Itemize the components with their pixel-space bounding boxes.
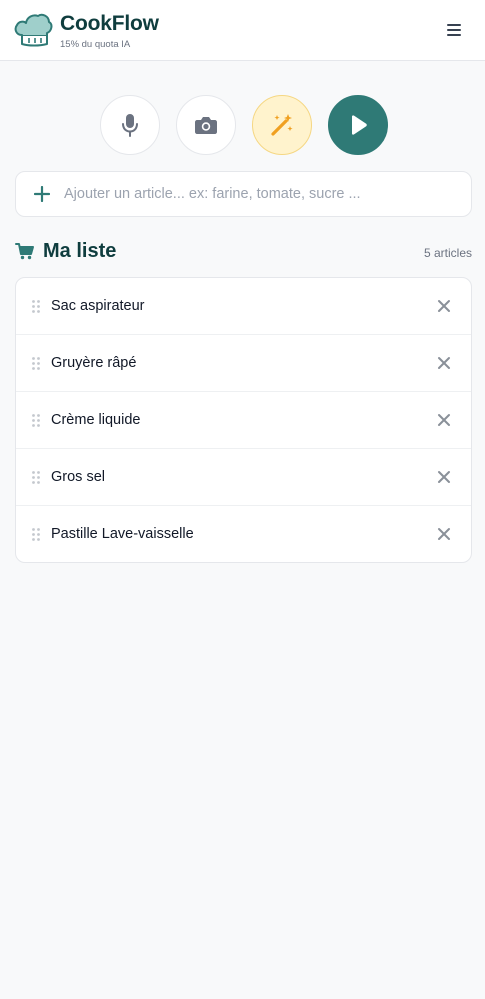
list-item[interactable]: Gros sel xyxy=(16,449,471,506)
list-item[interactable]: Sac aspirateur xyxy=(16,278,471,335)
list-item[interactable]: Crème liquide xyxy=(16,392,471,449)
list-item-label: Pastille Lave-vaisselle xyxy=(51,526,194,542)
remove-item-icon[interactable] xyxy=(437,470,451,484)
list-title: Ma liste xyxy=(43,240,117,262)
list-item-label: Gros sel xyxy=(51,469,105,485)
quota-label: 15% du quota IA xyxy=(60,39,131,50)
list-item[interactable]: Gruyère râpé xyxy=(16,335,471,392)
start-cooking-button[interactable] xyxy=(328,95,388,155)
list-item-label: Crème liquide xyxy=(51,412,141,428)
hamburger-menu-icon[interactable] xyxy=(442,20,466,40)
drag-handle-icon[interactable] xyxy=(32,357,40,370)
app-header: CookFlow 15% du quota IA xyxy=(0,0,485,61)
camera-button[interactable] xyxy=(176,95,236,155)
remove-item-icon[interactable] xyxy=(437,299,451,313)
shopping-cart-icon xyxy=(15,243,34,260)
microphone-icon xyxy=(122,114,138,137)
chef-hat-logo-icon xyxy=(14,13,53,47)
drag-handle-icon[interactable] xyxy=(32,300,40,313)
shopping-list: Sac aspirateur Gruyère râpé Crème liquid… xyxy=(15,277,472,563)
magic-suggest-button[interactable] xyxy=(252,95,312,155)
drag-handle-icon[interactable] xyxy=(32,471,40,484)
drag-handle-icon[interactable] xyxy=(32,414,40,427)
magic-wand-icon xyxy=(271,114,293,136)
drag-handle-icon[interactable] xyxy=(32,528,40,541)
list-item-count: 5 articles xyxy=(423,246,472,260)
add-item-bar xyxy=(15,171,472,217)
remove-item-icon[interactable] xyxy=(437,356,451,370)
list-item[interactable]: Pastille Lave-vaisselle xyxy=(16,506,471,562)
remove-item-icon[interactable] xyxy=(437,527,451,541)
camera-icon xyxy=(195,117,217,134)
app-title: CookFlow xyxy=(60,12,159,35)
voice-input-button[interactable] xyxy=(100,95,160,155)
play-icon xyxy=(352,115,367,135)
plus-icon[interactable] xyxy=(34,186,50,202)
add-item-input[interactable] xyxy=(64,172,464,216)
list-item-label: Sac aspirateur xyxy=(51,298,145,314)
remove-item-icon[interactable] xyxy=(437,413,451,427)
list-item-label: Gruyère râpé xyxy=(51,355,137,371)
